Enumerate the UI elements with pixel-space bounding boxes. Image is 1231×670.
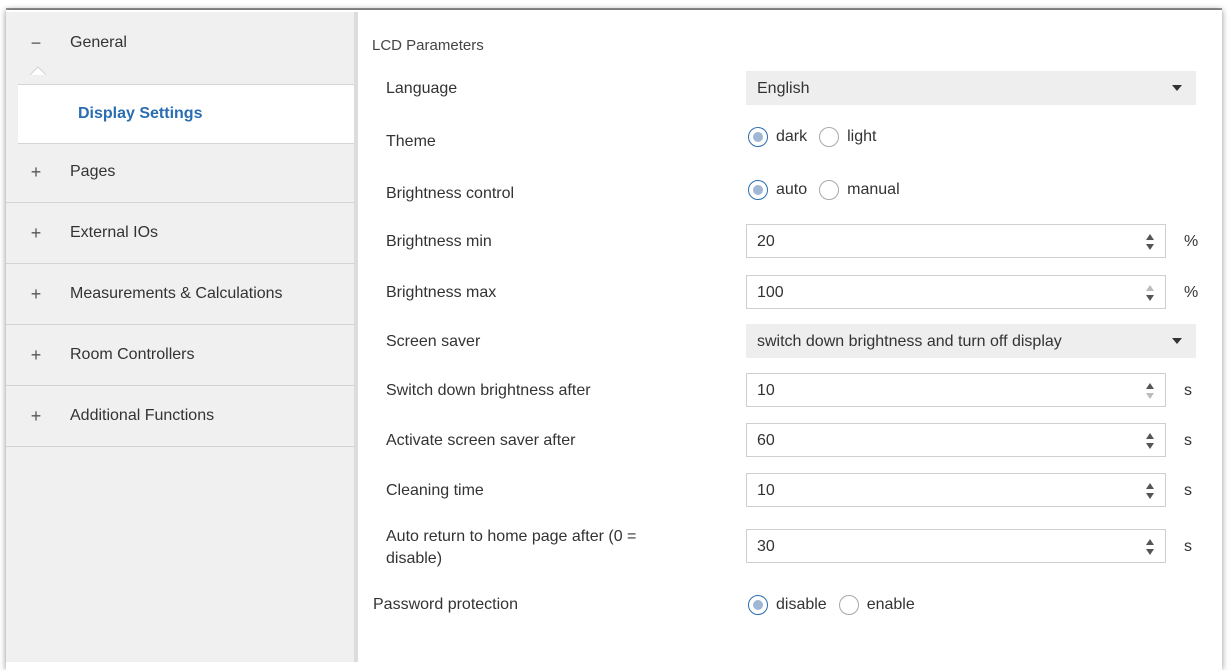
theme-label: Theme xyxy=(386,133,436,150)
brightness-max-unit: % xyxy=(1184,284,1199,301)
password-disable-label[interactable]: disable xyxy=(776,596,827,614)
language-label: Language xyxy=(386,80,458,97)
screen-saver-select[interactable]: switch down brightness and turn off disp… xyxy=(746,324,1196,358)
theme-dark-radio[interactable] xyxy=(748,127,768,147)
sidebar-item-external-ios[interactable]: + External IOs xyxy=(6,203,354,264)
theme-light-label[interactable]: light xyxy=(847,128,876,146)
sidebar: − General Display Settings + Pages + Ext… xyxy=(6,12,354,662)
brightness-min-value: 20 xyxy=(757,233,775,250)
cleaning-time-value: 10 xyxy=(757,482,775,499)
spin-arrows-icon[interactable] xyxy=(1145,431,1155,451)
auto-return-unit: s xyxy=(1184,538,1192,555)
sidebar-item-pages[interactable]: + Pages xyxy=(6,142,354,203)
brightness-control-label: Brightness control xyxy=(386,185,515,202)
expand-icon[interactable]: + xyxy=(26,162,46,183)
sidebar-item-measurements[interactable]: + Measurements & Calculations xyxy=(6,264,354,325)
activate-saver-label: Activate screen saver after xyxy=(386,432,576,449)
screen-saver-value: switch down brightness and turn off disp… xyxy=(757,333,1062,350)
theme-dark-label[interactable]: dark xyxy=(776,128,807,146)
brightness-auto-label[interactable]: auto xyxy=(776,181,807,199)
cleaning-time-stepper[interactable]: 10 xyxy=(746,473,1166,507)
switch-down-value: 10 xyxy=(757,382,775,399)
collapse-icon[interactable]: − xyxy=(26,33,46,54)
brightness-max-label: Brightness max xyxy=(386,284,497,301)
chevron-down-icon xyxy=(1172,338,1182,344)
expand-icon[interactable]: + xyxy=(26,223,46,244)
switch-down-label: Switch down brightness after xyxy=(386,382,591,399)
auto-return-label-line2: disable) xyxy=(386,550,443,567)
sidebar-item-room-controllers[interactable]: + Room Controllers xyxy=(6,325,354,386)
cleaning-time-label: Cleaning time xyxy=(386,482,484,499)
cleaning-time-unit: s xyxy=(1184,482,1192,499)
auto-return-label: Auto return to home page after (0 = disa… xyxy=(386,526,716,570)
brightness-manual-label[interactable]: manual xyxy=(847,181,899,199)
spin-arrows-icon[interactable] xyxy=(1145,537,1155,557)
password-disable-radio[interactable] xyxy=(748,595,768,615)
theme-radio-group: dark light xyxy=(748,124,888,150)
auto-return-label-line1: Auto return to home page after (0 = xyxy=(386,528,637,545)
brightness-min-stepper[interactable]: 20 xyxy=(746,224,1166,258)
sidebar-item-label: General xyxy=(70,34,127,51)
sidebar-item-general[interactable]: − General xyxy=(6,12,354,75)
password-enable-radio[interactable] xyxy=(838,595,859,615)
spin-arrows-icon[interactable] xyxy=(1145,232,1155,252)
screen-saver-label: Screen saver xyxy=(386,333,481,350)
sidebar-item-label: Measurements & Calculations xyxy=(70,285,283,302)
spin-arrows-icon[interactable] xyxy=(1145,381,1155,401)
password-protection-radio-group: disable enable xyxy=(748,592,927,618)
brightness-max-value: 100 xyxy=(757,284,784,301)
brightness-manual-radio[interactable] xyxy=(819,180,840,200)
sidebar-item-label: External IOs xyxy=(70,224,159,241)
sidebar-item-display-settings[interactable]: Display Settings xyxy=(18,84,354,144)
switch-down-stepper[interactable]: 10 xyxy=(746,373,1166,407)
expand-icon[interactable]: + xyxy=(26,284,46,305)
brightness-max-stepper[interactable]: 100 xyxy=(746,275,1166,309)
chevron-down-icon xyxy=(1172,85,1182,91)
expand-icon[interactable]: + xyxy=(26,406,46,427)
sidebar-item-additional-functions[interactable]: + Additional Functions xyxy=(6,386,354,447)
password-protection-label: Password protection xyxy=(373,596,518,613)
parameters-panel: LCD Parameters Language English Theme da… xyxy=(358,12,1222,662)
sidebar-item-label: Pages xyxy=(70,163,116,180)
theme-light-radio[interactable] xyxy=(819,127,840,147)
brightness-min-unit: % xyxy=(1184,233,1199,250)
expand-icon[interactable]: + xyxy=(26,345,46,366)
auto-return-stepper[interactable]: 30 xyxy=(746,529,1166,563)
activate-saver-stepper[interactable]: 60 xyxy=(746,423,1166,457)
brightness-control-radio-group: auto manual xyxy=(748,177,912,203)
switch-down-unit: s xyxy=(1184,382,1192,399)
language-value: English xyxy=(757,80,810,97)
spin-arrows-icon[interactable] xyxy=(1145,481,1155,501)
section-title: LCD Parameters xyxy=(372,37,484,54)
sidebar-subitem-label: Display Settings xyxy=(78,105,203,122)
brightness-min-label: Brightness min xyxy=(386,233,492,250)
brightness-auto-radio[interactable] xyxy=(748,180,768,200)
activate-saver-value: 60 xyxy=(757,432,775,449)
language-select[interactable]: English xyxy=(746,71,1196,105)
auto-return-value: 30 xyxy=(757,538,775,555)
sidebar-item-label: Additional Functions xyxy=(70,407,215,424)
spin-arrows-icon[interactable] xyxy=(1145,283,1155,303)
pointer-notch-icon xyxy=(30,66,46,75)
activate-saver-unit: s xyxy=(1184,432,1192,449)
password-enable-label[interactable]: enable xyxy=(867,596,915,614)
sidebar-item-label: Room Controllers xyxy=(70,346,195,363)
